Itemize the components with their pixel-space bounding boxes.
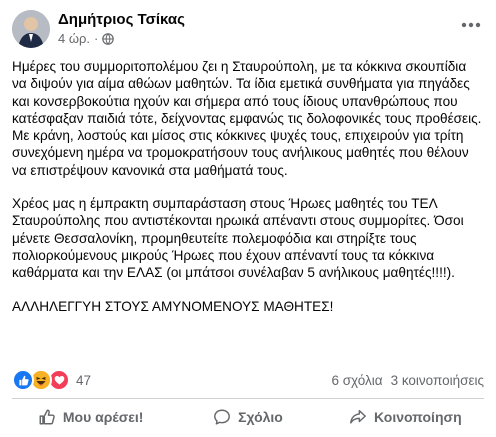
comment-button-label: Σχόλιο <box>238 409 283 425</box>
profile-photo-icon <box>12 10 50 48</box>
reaction-count[interactable]: 47 <box>76 373 91 388</box>
author-avatar[interactable] <box>12 10 50 48</box>
facebook-post: Δημήτριος Τσίκας 4 ώρ. · Ημέρες του συμμ… <box>0 0 496 437</box>
comment-button[interactable]: Σχόλιο <box>169 401 326 433</box>
post-actions: Μου αρέσει! Σχόλιο Κοινοποίηση <box>12 401 484 433</box>
meta-separator: · <box>94 31 99 46</box>
comments-count[interactable]: 6 σχόλια <box>331 373 382 388</box>
share-button[interactable]: Κοινοποίηση <box>327 401 484 433</box>
comment-bubble-icon <box>214 409 231 425</box>
post-timestamp[interactable]: 4 ώρ. <box>58 31 90 46</box>
share-button-label: Κοινοποίηση <box>374 409 462 425</box>
engagement-counts: 6 σχόλια 3 κοινοποιήσεις <box>331 373 484 388</box>
like-button-label: Μου αρέσει! <box>62 409 144 425</box>
shares-count[interactable]: 3 κοινοποιήσεις <box>391 373 484 388</box>
public-globe-icon[interactable] <box>102 32 115 45</box>
thumbs-up-icon <box>39 409 55 425</box>
author-name[interactable]: Δημήτριος Τσίκας <box>58 11 185 28</box>
reactions-summary: 47 6 σχόλια 3 κοινοποιήσεις <box>12 369 484 391</box>
like-button[interactable]: Μου αρέσει! <box>12 401 169 433</box>
more-options-icon[interactable] <box>458 14 484 36</box>
reaction-icons[interactable] <box>12 369 70 391</box>
post-meta: 4 ώρ. · <box>58 31 115 46</box>
post-paragraph: Χρέος μας η έμπρακτη συμπαράσταση στους … <box>12 196 464 281</box>
like-reaction-icon <box>12 369 34 391</box>
actions-divider <box>12 398 484 399</box>
share-arrow-icon <box>350 409 366 424</box>
post-paragraph: Ημέρες του συμμοριτοπολέμου ζει η Σταυρο… <box>12 59 482 178</box>
post-body: Ημέρες του συμμοριτοπολέμου ζει η Σταυρο… <box>12 58 484 331</box>
post-header: Δημήτριος Τσίκας 4 ώρ. · <box>12 10 484 48</box>
post-paragraph: ΑΛΛΗΛΕΓΓΥΗ ΣΤΟΥΣ ΑΜΥΝΟΜΕΝΟΥΣ ΜΑΘΗΤΕΣ! <box>12 298 334 314</box>
